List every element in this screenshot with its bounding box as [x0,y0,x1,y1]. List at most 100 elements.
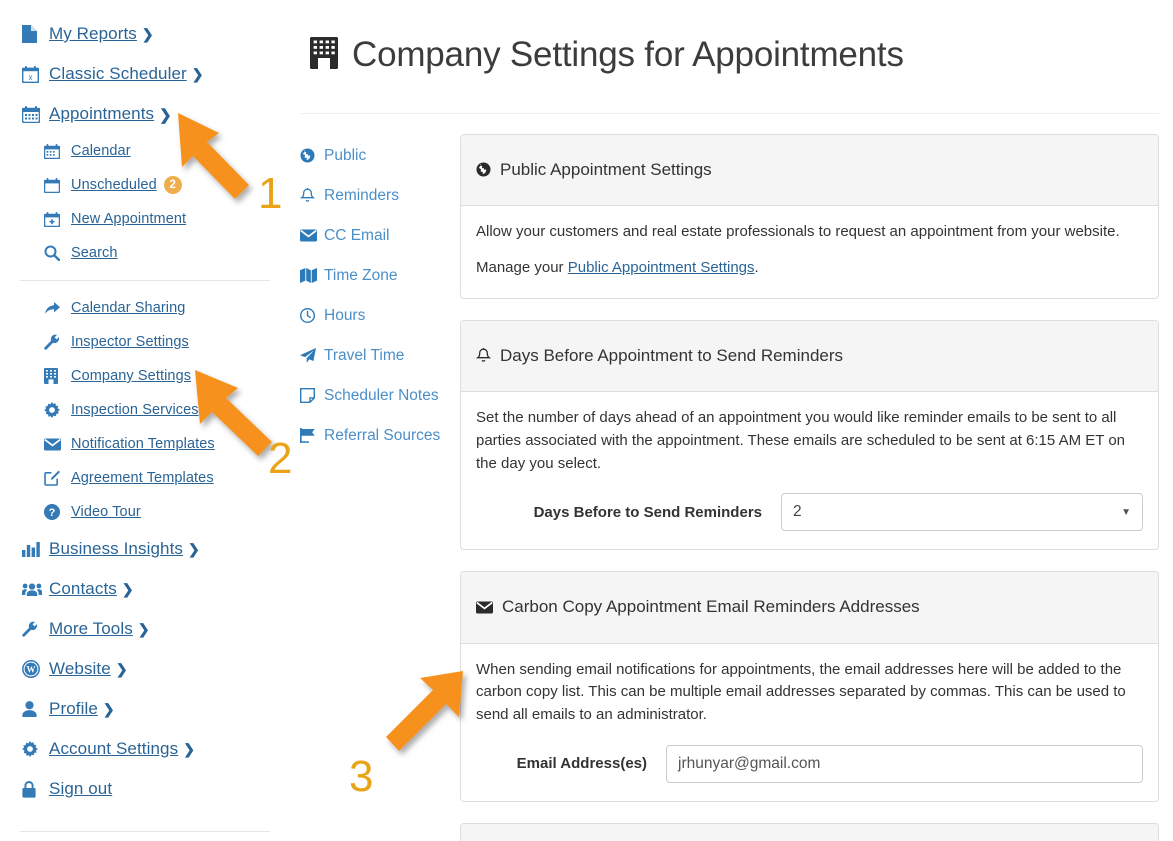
gear-icon [22,741,44,757]
sidebar-item-video-tour[interactable]: ? Video Tour [0,495,290,529]
sidebar-link-label[interactable]: Company Settings [71,368,191,384]
panel-manage-line: Manage your Public Appointment Settings. [476,257,1143,280]
sidebar-item-profile[interactable]: Profile ❯ [0,689,290,729]
chevron-right-icon: ❯ [142,27,154,41]
sidebar-item-unscheduled[interactable]: Unscheduled 2 [0,168,290,202]
subnav-label: Hours [324,307,365,325]
sidebar-link-label[interactable]: Inspector Settings [71,334,189,350]
sidebar-link-label[interactable]: Website [49,659,111,679]
sidebar-item-classic-scheduler[interactable]: x Classic Scheduler ❯ [0,54,290,94]
sidebar-item-my-reports[interactable]: My Reports ❯ [0,14,290,54]
sidebar-link-label[interactable]: Business Insights [49,539,183,559]
chevron-right-icon: ❯ [183,742,195,756]
bar-chart-icon [22,541,44,557]
sidebar-item-inspection-services[interactable]: Inspection Services [0,393,290,427]
sidebar-group-appointments: My Reports ❯ x Classic Scheduler ❯ Appoi… [0,14,290,270]
subnav-item-hours[interactable]: Hours [300,296,460,336]
subnav-item-time-zone[interactable]: Time Zone [300,256,460,296]
share-icon [44,301,66,315]
subnav-item-cc-email[interactable]: CC Email [300,216,460,256]
days-before-select[interactable]: 2 ▼ [781,493,1143,531]
settings-panels: Public Appointment Settings Allow your c… [460,114,1173,841]
sidebar-divider-bottom [20,831,270,832]
sidebar-item-sign-out[interactable]: Sign out [0,769,290,809]
chevron-down-icon: ▼ [1121,507,1131,518]
calendar-icon [44,144,66,159]
globe-icon [476,162,491,177]
panel-body: Allow your customers and real estate pro… [461,206,1158,298]
sidebar-link-label[interactable]: Notification Templates [71,436,215,452]
panel-title: Carbon Copy Appointment Email Reminders … [502,597,920,617]
sidebar-link-label[interactable]: Video Tour [71,504,141,520]
globe-icon [300,148,324,163]
content-row: Public Reminders CC Email [290,114,1173,841]
sidebar-link-label[interactable]: My Reports [49,24,137,44]
subnav-label: Time Zone [324,267,398,285]
sidebar-item-appointments[interactable]: Appointments ❯ [0,94,290,134]
sidebar-link-label[interactable]: Search [71,245,118,261]
panel-public-appointment-settings: Public Appointment Settings Allow your c… [460,134,1159,299]
subnav-label: Referral Sources [324,427,440,445]
sidebar-item-calendar-sharing[interactable]: Calendar Sharing [0,291,290,325]
sidebar-link-label[interactable]: Inspection Services [71,402,199,418]
sidebar-item-new-appointment[interactable]: New Appointment [0,202,290,236]
sidebar-item-agreement-templates[interactable]: Agreement Templates [0,461,290,495]
sidebar-item-business-insights[interactable]: Business Insights ❯ [0,529,290,569]
flag-icon [300,428,324,443]
manage-prefix-text: Manage your [476,259,568,276]
email-addresses-label: Email Address(es) [476,755,666,772]
panel-heading: Public Appointment Settings [461,135,1158,206]
sidebar-link-label[interactable]: Profile [49,699,98,719]
calendar-x-icon: x [22,66,44,83]
file-icon [22,25,44,43]
email-addresses-input[interactable]: jrhunyar@gmail.com [666,745,1143,783]
sidebar-link-label[interactable]: Appointments [49,104,154,124]
building-icon [310,37,338,74]
wrench-icon [44,334,66,350]
sticky-note-icon [300,388,324,403]
wordpress-icon: W [22,660,44,678]
panel-days-before-reminders: Days Before Appointment to Send Reminder… [460,320,1159,551]
sidebar-item-account-settings[interactable]: Account Settings ❯ [0,729,290,769]
sidebar-link-label[interactable]: New Appointment [71,211,186,227]
svg-text:?: ? [49,507,56,519]
sidebar-link-label[interactable]: Account Settings [49,739,178,759]
panel-description: Set the number of days ahead of an appoi… [476,407,1143,475]
edit-icon [44,470,66,486]
sidebar-item-inspector-settings[interactable]: Inspector Settings [0,325,290,359]
sidebar-item-search[interactable]: Search [0,236,290,270]
sidebar-item-notification-templates[interactable]: Notification Templates [0,427,290,461]
sidebar-link-label[interactable]: Calendar [71,143,131,159]
sidebar-link-label[interactable]: Unscheduled [71,177,157,193]
manage-suffix-text: . [755,259,759,276]
svg-text:x: x [29,73,33,82]
subnav-item-public[interactable]: Public [300,136,460,176]
subnav-item-scheduler-notes[interactable]: Scheduler Notes [300,376,460,416]
subnav-item-referral-sources[interactable]: Referral Sources [300,416,460,456]
sidebar-link-label[interactable]: Sign out [49,779,112,799]
sidebar-item-company-settings[interactable]: Company Settings [0,359,290,393]
sidebar-item-calendar[interactable]: Calendar [0,134,290,168]
sidebar-link-label[interactable]: Contacts [49,579,117,599]
sidebar-link-label[interactable]: Agreement Templates [71,470,214,486]
svg-text:W: W [27,665,36,675]
sidebar-link-label[interactable]: Classic Scheduler [49,64,187,84]
form-row-days-before: Days Before to Send Reminders 2 ▼ [476,493,1143,531]
chevron-down-icon[interactable]: ❯ [159,108,172,123]
email-addresses-value: jrhunyar@gmail.com [678,755,820,773]
sidebar-link-label[interactable]: More Tools [49,619,133,639]
panel-carbon-copy-addresses: Carbon Copy Appointment Email Reminders … [460,571,1159,802]
public-appointment-settings-link[interactable]: Public Appointment Settings [568,259,755,276]
search-icon [44,245,66,261]
main-column: Company Settings for Appointments Public… [290,0,1173,841]
sidebar-item-contacts[interactable]: Contacts ❯ [0,569,290,609]
sidebar-link-label[interactable]: Calendar Sharing [71,300,185,316]
sidebar-item-more-tools[interactable]: More Tools ❯ [0,609,290,649]
chevron-right-icon: ❯ [138,622,150,636]
envelope-icon [476,601,493,614]
sidebar-item-website[interactable]: W Website ❯ [0,649,290,689]
page-header: Company Settings for Appointments [300,0,1159,114]
subnav-item-travel-time[interactable]: Travel Time [300,336,460,376]
subnav-label: Public [324,147,366,165]
subnav-item-reminders[interactable]: Reminders [300,176,460,216]
